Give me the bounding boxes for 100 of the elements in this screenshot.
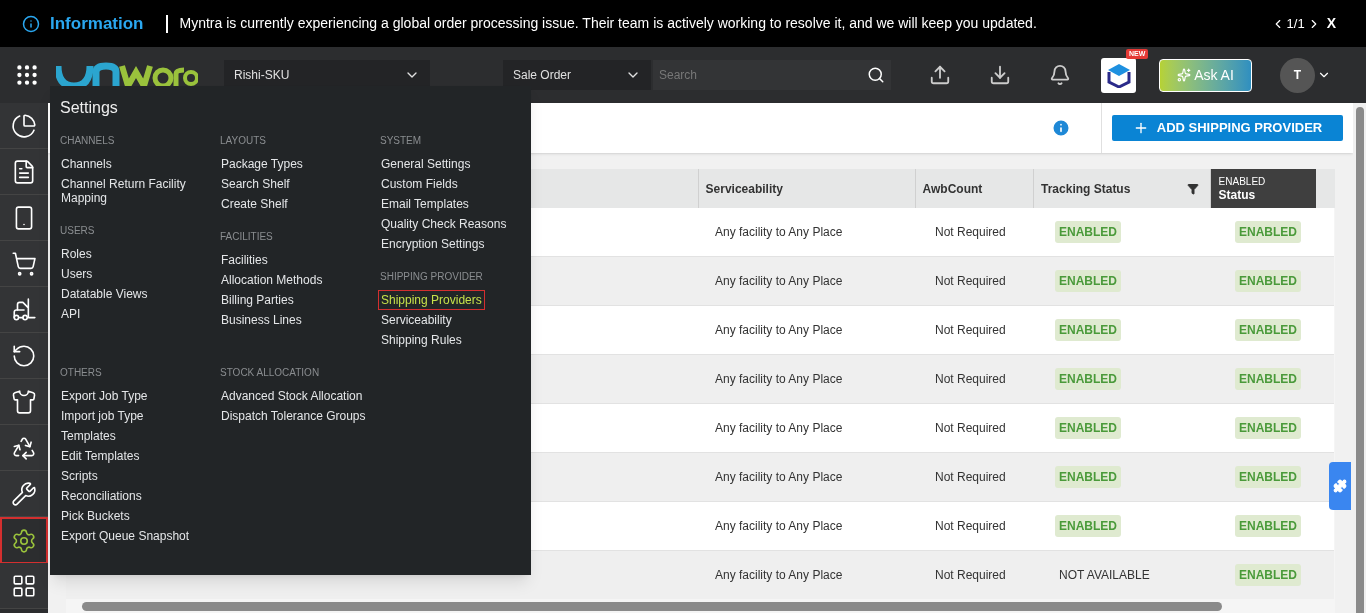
column-header[interactable]: Status [1218, 187, 1309, 202]
close-button[interactable]: X [1326, 13, 1336, 34]
section-heading: OTHERS [60, 368, 103, 378]
table-cell: Any facility to Any Place [715, 323, 843, 337]
cube-app-icon[interactable] [1101, 57, 1136, 93]
tools-icon [11, 480, 37, 507]
plugin-tab[interactable] [1329, 462, 1351, 510]
search-type-dropdown[interactable]: Sale Order [503, 60, 651, 90]
table-cell: Not Required [935, 421, 1006, 435]
menu-item[interactable]: Create Shelf [218, 194, 291, 214]
info-icon [22, 14, 40, 33]
page-scrollbar[interactable] [1353, 103, 1366, 613]
sidebar-item[interactable] [0, 149, 48, 195]
menu-item[interactable]: Allocation Methods [218, 270, 326, 290]
status-badge: ENABLED [1235, 270, 1301, 292]
menu-item[interactable]: Pick Buckets [58, 506, 133, 526]
menu-item[interactable]: Shipping Providers [378, 290, 485, 310]
status-badge: ENABLED [1235, 515, 1301, 537]
apps-menu-icon[interactable] [14, 62, 40, 88]
menu-item[interactable]: Billing Parties [218, 290, 297, 310]
status-badge: ENABLED [1235, 368, 1301, 390]
menu-item[interactable]: Serviceability [378, 310, 455, 330]
menu-item[interactable]: Facilities [218, 250, 271, 270]
menu-item[interactable]: Export Queue Snapshot [58, 526, 193, 546]
menu-item[interactable]: Export Job Type [58, 386, 151, 406]
status-badge: ENABLED [1055, 270, 1121, 292]
puzzle-icon [1333, 479, 1347, 493]
add-shipping-provider-button[interactable]: ADD SHIPPING PROVIDER [1112, 115, 1343, 141]
menu-item[interactable]: Search Shelf [218, 174, 293, 194]
sidebar-item[interactable] [0, 241, 48, 287]
refresh-icon [11, 342, 37, 369]
menu-item[interactable]: Channel Return Facility Mapping [58, 174, 220, 208]
status-badge: ENABLED [1235, 319, 1301, 341]
menu-item[interactable]: Users [58, 264, 96, 284]
cart-icon [11, 250, 37, 277]
table-cell: Not Required [935, 323, 1006, 337]
column-header[interactable]: Serviceability [705, 179, 783, 198]
menu-item[interactable]: Templates [58, 426, 119, 446]
section-heading: SHIPPING PROVIDER [380, 272, 484, 282]
menu-item[interactable]: Shipping Rules [378, 330, 465, 350]
horizontal-scrollbar[interactable] [66, 599, 1335, 613]
menu-item[interactable]: Edit Templates [58, 446, 143, 466]
banner-message: Myntra is currently experiencing a global order processing issue. Their team is actively working to resolve it, and we will keep you updated. [179, 14, 1037, 33]
sidebar-item[interactable] [0, 517, 48, 563]
sidebar-item[interactable] [0, 103, 48, 149]
download-icon[interactable] [989, 64, 1011, 86]
sidebar-item[interactable] [0, 563, 48, 609]
table-cell: Not Required [935, 568, 1006, 582]
search-field[interactable]: Search [653, 60, 891, 90]
menu-item[interactable]: Import job Type [58, 406, 147, 426]
menu-item[interactable]: Custom Fields [378, 174, 461, 194]
upload-icon[interactable] [929, 64, 951, 86]
menu-item[interactable]: Encryption Settings [378, 234, 488, 254]
search-input[interactable]: Search [659, 66, 867, 84]
section-heading: CHANNELS [60, 136, 116, 146]
filter-value: ENABLED [1218, 175, 1267, 188]
section-heading: LAYOUTS [220, 136, 267, 146]
settings-icon [11, 527, 37, 554]
info-icon[interactable] [1051, 118, 1071, 138]
menu-item[interactable]: Package Types [218, 154, 306, 174]
sidebar-item[interactable] [0, 287, 48, 333]
table-cell: Any facility to Any Place [715, 225, 843, 239]
section-heading: STOCK ALLOCATION [220, 368, 321, 378]
menu-item[interactable]: Advanced Stock Allocation [218, 386, 366, 406]
filter-icon[interactable] [1186, 182, 1199, 195]
menu-item[interactable]: Scripts [58, 466, 101, 486]
menu-item[interactable]: Channels [58, 154, 115, 174]
status-badge: ENABLED [1235, 221, 1301, 243]
banner-title: Information [50, 12, 144, 35]
menu-item[interactable]: Quality Check Reasons [378, 214, 510, 234]
shirt-icon [11, 388, 37, 415]
search-icon[interactable] [867, 66, 885, 84]
section-heading: FACILITIES [220, 232, 274, 242]
pie-chart-icon [11, 112, 37, 139]
menu-item[interactable]: Email Templates [378, 194, 472, 214]
menu-item[interactable]: Reconciliations [58, 486, 145, 506]
table-cell: Any facility to Any Place [715, 470, 843, 484]
table-cell: Not Required [935, 372, 1006, 386]
table-cell: Not Required [935, 225, 1006, 239]
column-header[interactable]: AwbCount [922, 179, 983, 198]
sidebar-item[interactable] [0, 379, 48, 425]
menu-item[interactable]: Dispatch Tolerance Groups [218, 406, 369, 426]
status-badge: ENABLED [1055, 515, 1121, 537]
menu-item[interactable]: Datatable Views [58, 284, 151, 304]
menu-item[interactable]: API [58, 304, 84, 324]
menu-item[interactable]: Business Lines [218, 310, 305, 330]
sidebar-item[interactable] [0, 471, 48, 517]
column-header[interactable]: Tracking Status [1041, 179, 1131, 198]
forklift-icon [11, 296, 37, 323]
user-avatar[interactable]: T [1280, 57, 1315, 93]
menu-item[interactable]: General Settings [378, 154, 474, 174]
notification-icon[interactable] [1049, 64, 1071, 86]
sidebar-item[interactable] [0, 195, 48, 241]
menu-title: Settings [60, 100, 119, 116]
sparkle-icon [1177, 68, 1192, 82]
table-cell: Any facility to Any Place [715, 519, 843, 533]
sidebar-item[interactable] [0, 333, 48, 379]
table-cell-text: NOT AVAILABLE [1058, 568, 1151, 582]
sidebar-item[interactable] [0, 425, 48, 471]
menu-item[interactable]: Roles [58, 244, 95, 264]
